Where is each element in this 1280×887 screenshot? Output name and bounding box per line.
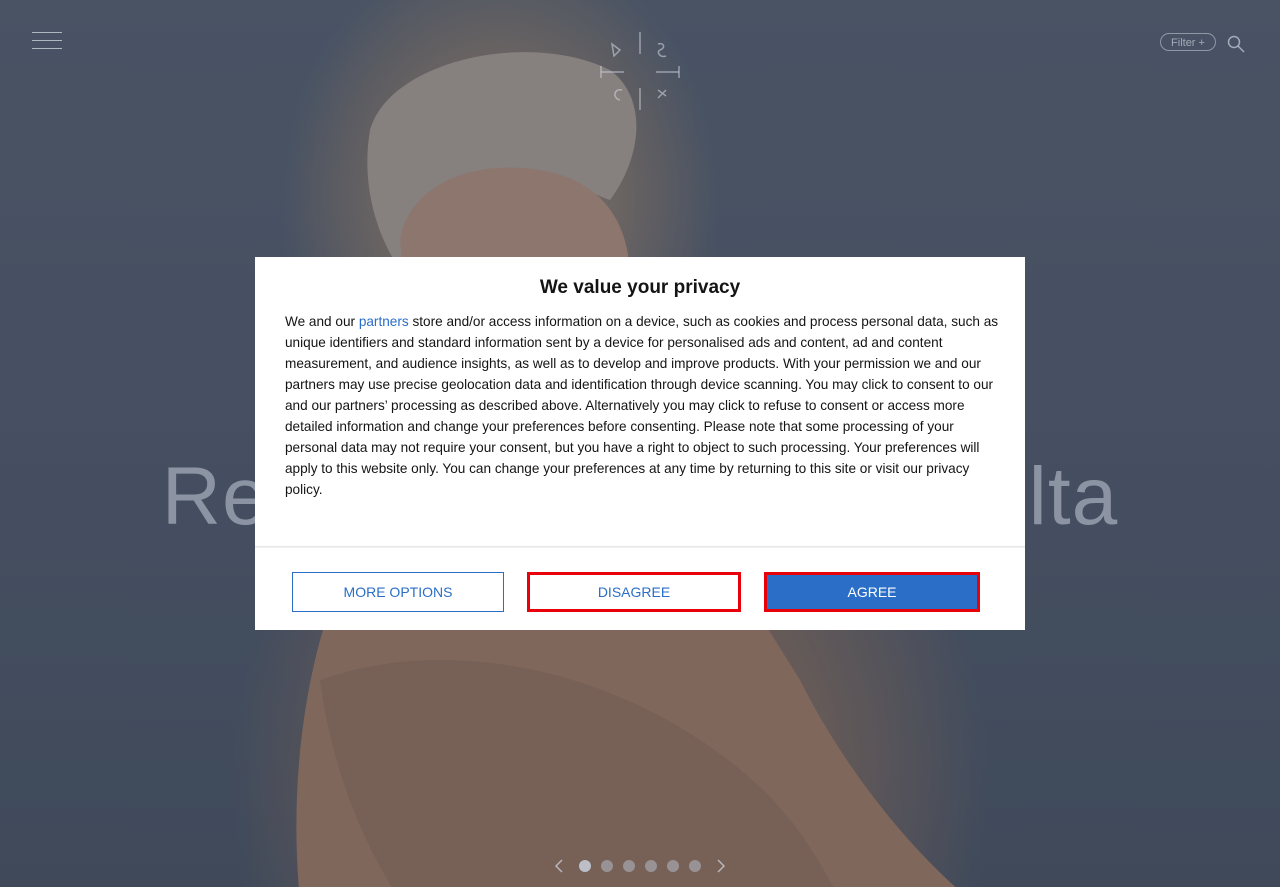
hamburger-icon-line <box>32 40 62 41</box>
brand-logo[interactable] <box>600 30 680 112</box>
chevron-left-icon <box>554 859 563 873</box>
consent-body-prefix: We and our <box>285 314 359 329</box>
page: Filter + Re lta We value your privacy We … <box>0 0 1280 887</box>
carousel-dot[interactable] <box>689 860 701 872</box>
carousel-next-button[interactable] <box>714 856 728 876</box>
consent-dialog: We value your privacy We and our partner… <box>255 257 1025 630</box>
chevron-right-icon <box>717 859 726 873</box>
agree-button[interactable]: AGREE <box>764 572 980 612</box>
carousel-dot[interactable] <box>645 860 657 872</box>
consent-body: We and our partners store and/or access … <box>285 311 1000 500</box>
carousel-dot[interactable] <box>601 860 613 872</box>
hamburger-icon-line <box>32 32 62 33</box>
disagree-button[interactable]: DISAGREE <box>527 572 741 612</box>
carousel-nav <box>552 856 728 876</box>
filter-button[interactable]: Filter + <box>1160 33 1216 51</box>
carousel-dot[interactable] <box>579 860 591 872</box>
consent-body-text: store and/or access information on a dev… <box>285 314 999 497</box>
consent-title: We value your privacy <box>539 277 741 298</box>
hamburger-icon-line <box>32 48 62 49</box>
hamburger-menu-button[interactable] <box>32 32 62 50</box>
search-icon[interactable] <box>1227 35 1245 53</box>
hero-title-left: Re <box>161 451 269 542</box>
more-options-button[interactable]: MORE OPTIONS <box>292 572 504 612</box>
carousel-prev-button[interactable] <box>552 856 566 876</box>
consent-divider <box>255 546 1025 548</box>
carousel-dots <box>579 860 701 872</box>
hero-title-right: lta <box>1028 451 1119 542</box>
carousel-dot[interactable] <box>667 860 679 872</box>
partners-link[interactable]: partners <box>359 314 409 329</box>
carousel-dot[interactable] <box>623 860 635 872</box>
